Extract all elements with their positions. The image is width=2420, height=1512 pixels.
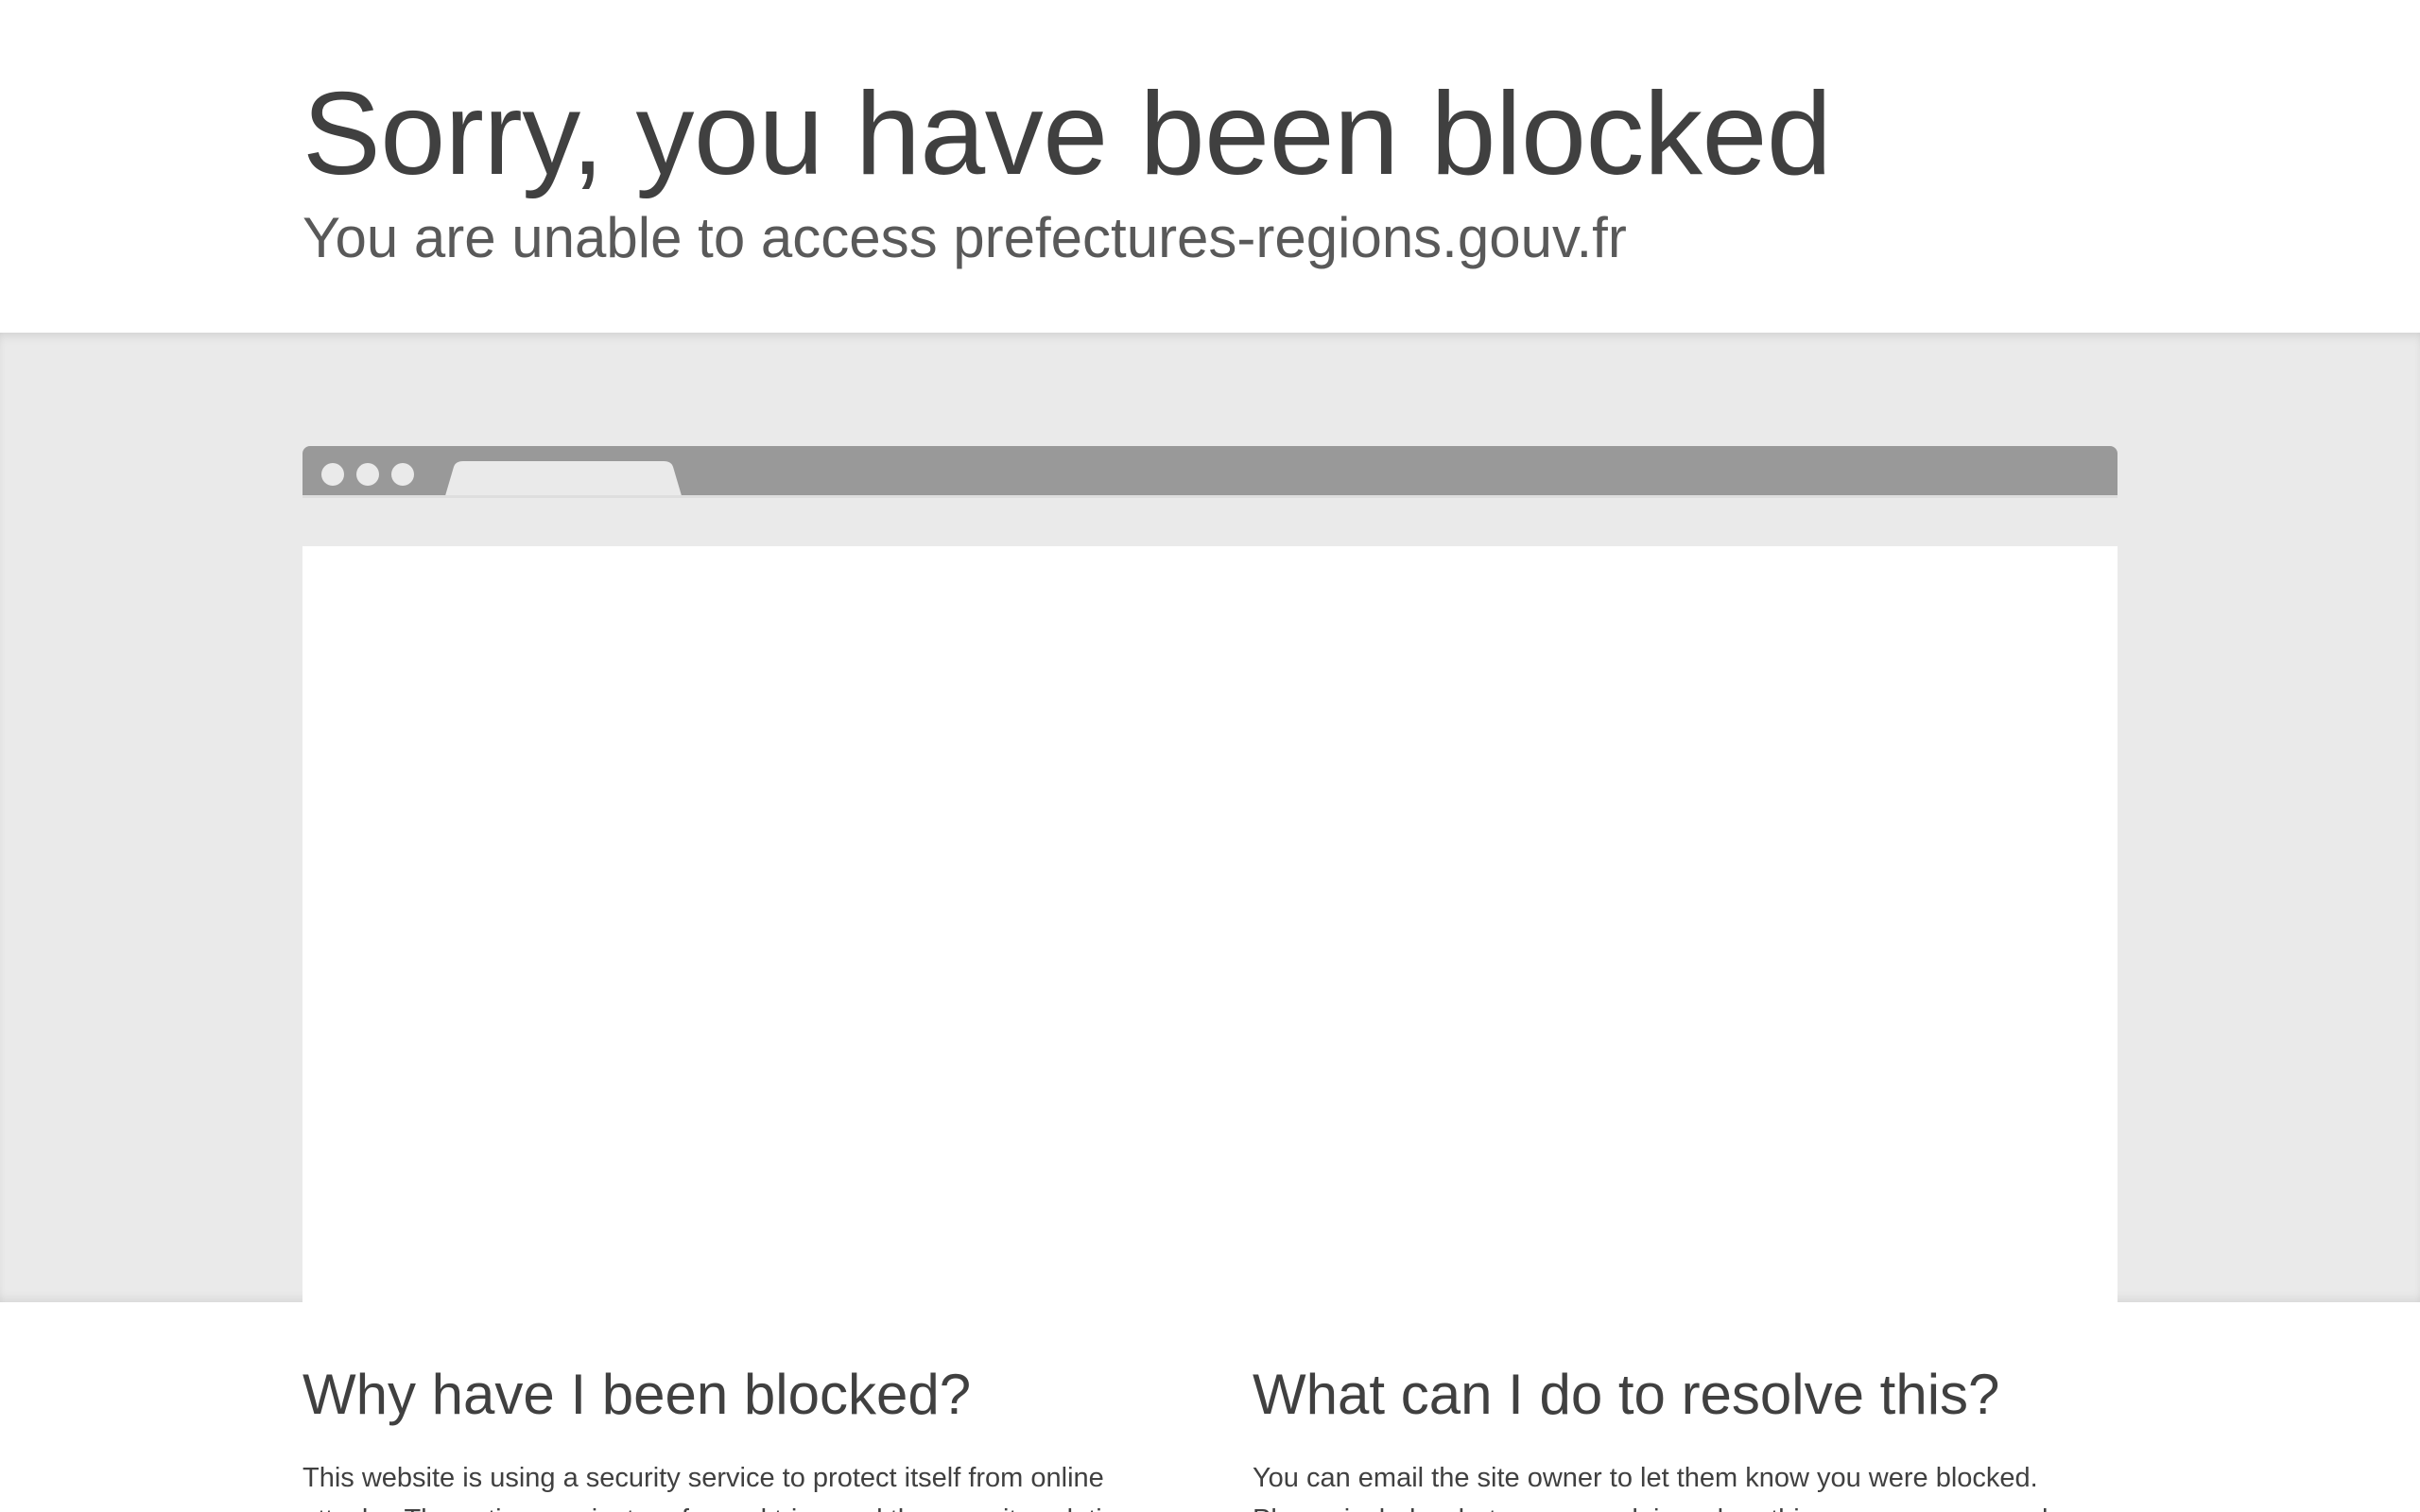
page-header: Sorry, you have been blocked You are una… xyxy=(0,0,2420,333)
why-blocked-heading: Why have I been blocked? xyxy=(302,1363,972,1426)
window-dot-icon xyxy=(321,463,344,486)
resolve-heading: What can I do to resolve this? xyxy=(1253,1363,2000,1426)
page: Sorry, you have been blocked You are una… xyxy=(0,0,2420,1512)
page-title: Sorry, you have been blocked xyxy=(302,69,1832,199)
page-subtitle: You are unable to access prefectures-reg… xyxy=(302,206,1627,269)
window-dot-icon xyxy=(356,463,379,486)
why-blocked-text: This website is using a security service… xyxy=(302,1463,1140,1512)
window-dot-icon xyxy=(391,463,414,486)
browser-window-icon xyxy=(302,446,2118,499)
browser-bar-divider xyxy=(302,495,2118,498)
why-blocked-section: Why have I been blocked? This website is… xyxy=(302,1357,1172,1512)
browser-viewport xyxy=(302,546,2118,1302)
resolve-text: You can email the site owner to let them… xyxy=(1253,1463,2048,1512)
resolve-section: What can I do to resolve this? You can e… xyxy=(1253,1357,2122,1512)
